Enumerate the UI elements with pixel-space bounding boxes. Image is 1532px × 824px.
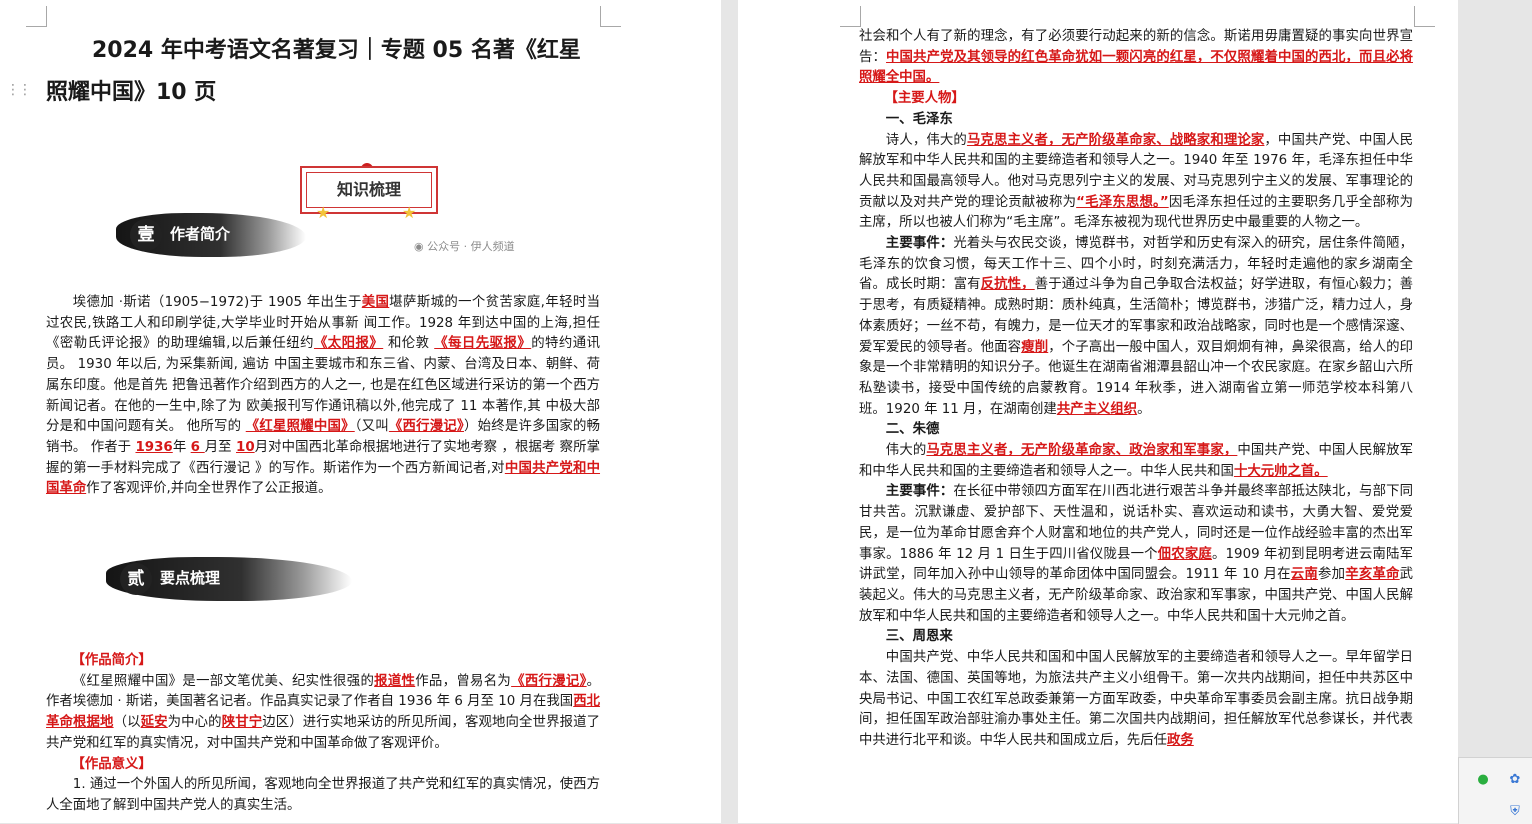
character-title-zhu: 二、朱德 <box>885 422 940 438</box>
wechat-icon[interactable]: ● <box>1475 772 1491 788</box>
work-intro: 【作品简介】 《红星照耀中国》是一部文笔优美、纪实性很强的报道性作品，曾易名为《… <box>46 651 600 817</box>
paragraph: 主要事件：在长征中带领四方面军在川西北进行艰苦斗争并最终率部抵达陕北，与部下同甘… <box>859 484 1414 624</box>
paragraph: 社会和个人有了新的理念，有了必须要行动起来的新的信念。斯诺用毋庸置疑的事实向世界… <box>859 29 1413 86</box>
heading-characters: 【主要人物】 <box>884 91 965 107</box>
paragraph: 主要事件：光着头与农民交谈，博览群书，对哲学和历史有深入的研究，居住条件简陋，毛… <box>859 236 1414 417</box>
paragraph: 1. 通过一个外国人的所见所闻，客观地向全世界报道了共产党和红军的真实情况，使西… <box>46 777 600 813</box>
right-text: 社会和个人有了新的理念，有了必须要行动起来的新的信念。斯诺用毋庸置疑的事实向世界… <box>859 27 1413 752</box>
section-number: 壹 <box>130 219 162 251</box>
paragraph: 中国共产党、中华人民共和国和中国人民解放军的主要缔造者和领导人之一。早年留学日本… <box>859 650 1413 748</box>
side-toolbar: ● ✿ ⛨ <box>1458 757 1532 824</box>
wechat-icon: ◉ <box>414 240 428 253</box>
corner-mark <box>1414 6 1435 27</box>
star-icon: ★ <box>316 203 331 222</box>
corner-mark <box>600 6 621 27</box>
settings-icon[interactable]: ✿ <box>1507 772 1523 788</box>
title-line-2: 照耀中国》10 页 <box>46 80 217 105</box>
title-line-1: 2024 年中考语文名著复习｜专题 05 名著《红星 <box>92 38 581 63</box>
paragraph: 诗人，伟大的马克思主义者，无产阶级革命家、战略家和理论家，中国共产党、中国人民解… <box>859 132 1414 231</box>
section-number: 贰 <box>120 563 152 595</box>
section-label: 作者简介 <box>170 225 231 243</box>
watermark-text: 公众号 · 伊人频道 <box>427 240 515 253</box>
section-label: 要点梳理 <box>160 569 221 587</box>
heading-significance: 【作品意义】 <box>71 756 152 772</box>
section-banner-author: 壹 作者简介 <box>116 213 306 257</box>
paragraph: 《红星照耀中国》是一部文笔优美、纪实性很强的报道性作品，曾易名为《西行漫记》。作… <box>46 673 601 751</box>
character-title-zhou: 三、周恩来 <box>885 629 953 645</box>
character-title-mao: 一、毛泽东 <box>885 111 953 127</box>
star-icon: ★ <box>402 203 417 222</box>
section-banner-points: 贰 要点梳理 <box>106 557 352 601</box>
page-title: 2024 年中考语文名著复习｜专题 05 名著《红星 照耀中国》10 页 <box>46 30 606 114</box>
corner-mark <box>840 6 861 27</box>
drag-handle-icon[interactable]: ⋮⋮ <box>6 82 32 98</box>
right-page: 社会和个人有了新的理念，有了必须要行动起来的新的信念。斯诺用毋庸置疑的事实向世界… <box>738 0 1458 823</box>
paragraph: 埃德加 ·斯诺（1905−1972)于 1905 年出生于美国堪萨斯城的一个贫苦… <box>46 295 601 497</box>
heading-work-intro: 【作品简介】 <box>71 653 152 668</box>
corner-mark <box>26 6 47 27</box>
shield-icon[interactable]: ⛨ <box>1507 804 1523 820</box>
watermark: ◉ 公众号 · 伊人频道 <box>414 238 515 254</box>
author-intro: 埃德加 ·斯诺（1905−1972)于 1905 年出生于美国堪萨斯城的一个贫苦… <box>46 293 600 500</box>
paragraph: 伟大的马克思主义者，无产阶级革命家、政治家和军事家，中国共产党、中国人民解放军和… <box>859 443 1414 479</box>
left-page: ⋮⋮ 2024 年中考语文名著复习｜专题 05 名著《红星 照耀中国》10 页 … <box>0 0 721 823</box>
